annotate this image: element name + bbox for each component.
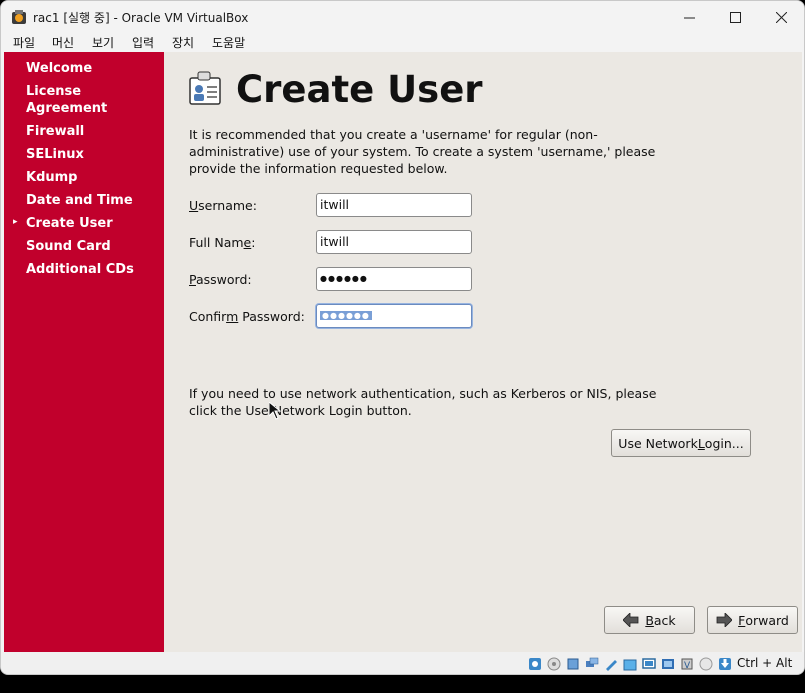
username-label: Username: [189,198,257,213]
sidebar-item-firewall: Firewall [26,124,85,139]
maximize-icon [729,11,741,23]
status-bar: V Ctrl + Alt [1,652,804,674]
menu-input[interactable]: 입력 [132,34,154,51]
sidebar-item-selinux: SELinux [26,147,84,162]
cpu-icon[interactable]: V [680,657,694,671]
main-panel: Create User It is recommended that you c… [164,52,802,652]
page-title: Create User [236,68,483,111]
sidebar-item-date-and-time: Date and Time [26,193,133,208]
svg-text:V: V [684,661,691,671]
confirm-password-input[interactable]: ●●●●●● [316,304,472,328]
audio-icon[interactable] [566,657,580,671]
close-button[interactable] [758,1,804,33]
recording-icon[interactable] [661,657,675,671]
menu-bar: 파일 머신 보기 입력 장치 도움말 [1,33,804,53]
username-input[interactable]: itwill [316,193,472,217]
title-bar: rac1 [실행 중] - Oracle VM VirtualBox [1,1,804,33]
keyboard-capture-icon[interactable] [718,657,732,671]
intro-text: It is recommended that you create a 'use… [189,127,656,176]
sidebar-item-welcome: Welcome [26,61,93,76]
menu-view[interactable]: 보기 [92,34,114,51]
back-arrow-icon [623,613,639,627]
fullname-label: Full Name: [189,235,256,250]
mouse-cursor-icon [269,402,281,420]
user-id-card-icon [189,71,221,105]
current-step-arrow-icon: ▸ [13,217,18,227]
sidebar-item-additional-cds: Additional CDs [26,262,134,277]
maximize-button[interactable] [712,1,758,33]
network-auth-note: If you need to use network authenticatio… [189,386,657,418]
sidebar-item-kdump: Kdump [26,170,78,185]
virtualbox-app-icon [12,10,26,24]
password-input[interactable]: ●●●●●● [316,267,472,291]
confirm-password-label: Confirm Password: [189,309,305,324]
sidebar-item-create-user: Create User [26,216,113,231]
back-button[interactable]: Back [604,606,695,634]
close-icon [775,11,787,23]
minimize-button[interactable] [666,1,712,33]
shared-folder-icon[interactable] [623,657,637,671]
fullname-input[interactable]: itwill [316,230,472,254]
menu-machine[interactable]: 머신 [52,34,74,51]
window-title: rac1 [실행 중] - Oracle VM VirtualBox [33,11,249,25]
sidebar-item-sound-card: Sound Card [26,239,111,254]
mouse-integration-icon[interactable] [699,657,713,671]
display-icon[interactable] [642,657,656,671]
minimize-icon [683,17,695,18]
menu-devices[interactable]: 장치 [172,34,194,51]
forward-button[interactable]: Forward [707,606,798,634]
host-key-label: Ctrl + Alt [737,656,793,670]
menu-help[interactable]: 도움말 [212,34,245,51]
optical-drive-icon[interactable] [528,657,542,671]
usb-icon[interactable] [604,657,618,671]
sidebar-item-license-agreement: License Agreement [26,84,108,116]
disk-icon[interactable] [547,657,561,671]
vm-display[interactable]: Welcome License Agreement Firewall SELin… [4,52,802,652]
installer-sidebar: Welcome License Agreement Firewall SELin… [4,52,164,652]
use-network-login-button[interactable]: Use Network Login... [611,429,751,457]
network-icon[interactable] [585,657,599,671]
menu-file[interactable]: 파일 [13,34,35,51]
virtualbox-window: rac1 [실행 중] - Oracle VM VirtualBox 파일 머신… [0,0,805,675]
forward-arrow-icon [716,613,733,627]
password-label: Password: [189,272,252,287]
